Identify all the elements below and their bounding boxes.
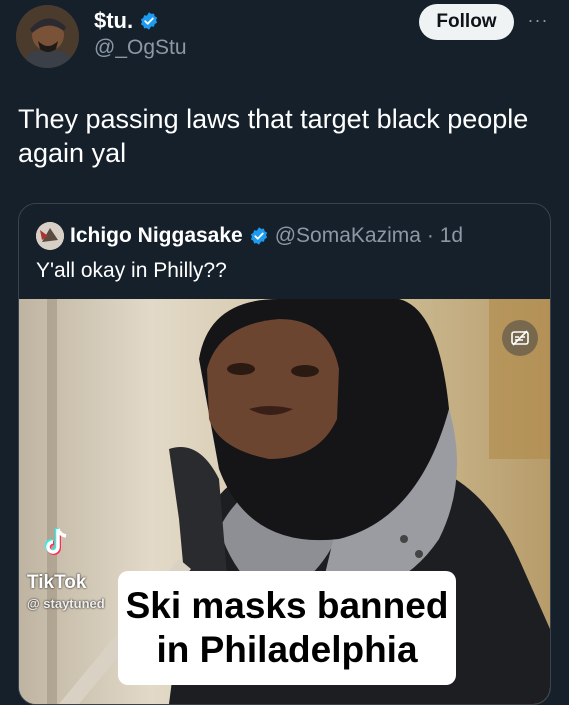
author-handle[interactable]: @_OgStu bbox=[94, 36, 187, 60]
quoted-author-name[interactable]: Ichigo Niggasake bbox=[70, 224, 243, 248]
quoted-tweet-time[interactable]: · 1d bbox=[427, 224, 463, 248]
quoted-tweet-card[interactable]: Ichigo Niggasake @SomaKazima · 1d Y'all … bbox=[18, 203, 551, 705]
video-caption-line2: in Philadelphia bbox=[156, 629, 418, 670]
quoted-author-handle[interactable]: @SomaKazima bbox=[275, 224, 421, 248]
tiktok-watermark: TikTok bbox=[27, 572, 87, 593]
quoted-tweet-text: Y'all okay in Philly?? bbox=[36, 259, 227, 282]
author-name[interactable]: $tu. bbox=[94, 8, 133, 34]
verified-badge-icon bbox=[249, 226, 269, 246]
quoted-tweet-video[interactable]: TikTok @ staytuned Ski masks banned in P… bbox=[19, 299, 550, 704]
author-avatar[interactable] bbox=[16, 5, 79, 68]
quoted-author-avatar[interactable] bbox=[36, 222, 64, 250]
tweet-text: They passing laws that target black peop… bbox=[18, 104, 529, 168]
caption-toggle-icon[interactable] bbox=[502, 320, 538, 356]
author-name-row: $tu. bbox=[94, 8, 159, 34]
tiktok-logo-icon bbox=[44, 527, 70, 562]
follow-button[interactable]: Follow bbox=[419, 4, 514, 40]
tiktok-watermark-user: @ staytuned bbox=[27, 596, 105, 611]
verified-badge-icon bbox=[139, 11, 159, 31]
video-caption-line1: Ski masks banned bbox=[125, 585, 449, 626]
quoted-tweet-header: Ichigo Niggasake @SomaKazima · 1d bbox=[36, 222, 463, 250]
video-caption: Ski masks banned in Philadelphia bbox=[118, 571, 456, 685]
more-options-icon[interactable]: ··· bbox=[526, 8, 550, 32]
